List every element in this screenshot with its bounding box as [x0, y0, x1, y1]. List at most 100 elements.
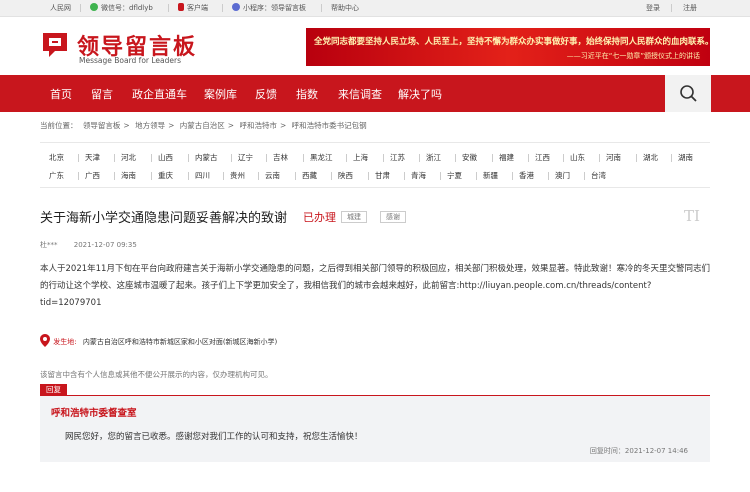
breadcrumb: 当前位置： 领导留言板 > 地方领导 > 内蒙古自治区 > 呼和浩特市 > 呼和浩特市委… — [40, 121, 367, 130]
region-link[interactable]: 山东 — [570, 152, 585, 163]
post-author: 杜*** — [40, 241, 58, 249]
post-content: 本人于2021年11月下旬在平台向政府建言关于海新小学交通隐患的问题，之后得到相… — [40, 264, 710, 308]
region-link[interactable]: 重庆 — [158, 170, 173, 181]
region-link[interactable]: 海南 — [121, 170, 136, 181]
region-link[interactable]: 西藏 — [302, 170, 317, 181]
region-link[interactable]: 江苏 — [390, 152, 405, 163]
region-link[interactable]: 云南 — [265, 170, 280, 181]
message-board-logo-icon[interactable] — [40, 30, 70, 60]
post-meta: 杜*** 2021-12-07 09:35 — [40, 240, 151, 250]
nav-solved[interactable]: 解决了吗 — [398, 86, 442, 102]
logo-subtitle: Message Board for Leaders — [79, 56, 182, 65]
region-link[interactable]: 香港 — [519, 170, 534, 181]
region-link[interactable]: 福建 — [499, 152, 514, 163]
nav-survey[interactable]: 来信调查 — [338, 86, 382, 102]
region-divider — [492, 154, 493, 162]
breadcrumb-item[interactable]: 呼和浩特市委书记包钢 — [292, 121, 367, 130]
region-divider — [223, 172, 224, 180]
reply-organization: 呼和浩特市委督查室 — [51, 408, 137, 419]
region-divider — [383, 154, 384, 162]
region-divider — [563, 154, 564, 162]
post-tag[interactable]: 城建 — [341, 211, 367, 223]
region-link[interactable]: 青海 — [411, 170, 426, 181]
region-link[interactable]: 天津 — [85, 152, 100, 163]
region-divider — [346, 154, 347, 162]
region-divider — [78, 154, 79, 162]
region-divider — [188, 172, 189, 180]
region-link[interactable]: 新疆 — [483, 170, 498, 181]
banner-quote: 全党同志都要坚持人民立场、人民至上，坚持不懈为群众办实事做好事，始终保持同人民群… — [314, 37, 710, 47]
region-link[interactable]: 湖南 — [678, 152, 693, 163]
topbar-wechat[interactable]: 微信号：dfldlyb — [90, 3, 153, 13]
region-link[interactable]: 宁夏 — [447, 170, 462, 181]
region-divider — [114, 172, 115, 180]
region-link[interactable]: 陕西 — [338, 170, 353, 181]
site-header: 领导留言板 Message Board for Leaders 全党同志都要坚持… — [0, 17, 750, 75]
breadcrumb-item[interactable]: 内蒙古自治区 — [180, 121, 225, 130]
topbar-divider — [80, 4, 81, 12]
region-link[interactable]: 河南 — [606, 152, 621, 163]
topbar-divider — [671, 4, 672, 12]
region-link[interactable]: 贵州 — [230, 170, 245, 181]
region-link[interactable]: 广东 — [49, 170, 64, 181]
reply-time: 回复时间：2021-12-07 14:46 — [589, 447, 688, 455]
nav-feedback[interactable]: 反馈 — [255, 86, 277, 102]
region-link[interactable]: 安徽 — [462, 152, 477, 163]
post-title: 关于海新小学交通隐患问题妥善解决的致谢 — [40, 211, 288, 226]
region-divider — [528, 154, 529, 162]
topbar-help[interactable]: 帮助中心 — [331, 3, 359, 13]
region-link[interactable]: 湖北 — [643, 152, 658, 163]
region-link[interactable]: 山西 — [158, 152, 173, 163]
region-link[interactable]: 澳门 — [555, 170, 570, 181]
region-link[interactable]: 河北 — [121, 152, 136, 163]
breadcrumb-item[interactable]: 地方领导 — [135, 121, 165, 130]
region-divider — [512, 172, 513, 180]
region-link[interactable]: 黑龙江 — [310, 152, 333, 163]
region-link[interactable]: 甘肃 — [375, 170, 390, 181]
region-divider — [671, 154, 672, 162]
nav-cases[interactable]: 案例库 — [204, 86, 237, 102]
region-link[interactable]: 四川 — [195, 170, 210, 181]
region-divider — [476, 172, 477, 180]
region-link[interactable]: 辽宁 — [238, 152, 253, 163]
region-link[interactable]: 吉林 — [273, 152, 288, 163]
region-link[interactable]: 北京 — [49, 152, 64, 163]
breadcrumb-item[interactable]: 呼和浩特市 — [239, 121, 277, 130]
topbar-mini-program[interactable]: 小程序：领导留言板 — [232, 3, 306, 13]
nav-home[interactable]: 首页 — [50, 86, 72, 102]
post-tag[interactable]: 感谢 — [380, 211, 406, 223]
topbar-people-link[interactable]: 人民网 — [50, 3, 71, 13]
search-button[interactable] — [665, 75, 711, 112]
privacy-note: 该留言中含有个人信息或其他不便公开展示的内容，仅办理机构可见。 — [40, 370, 273, 379]
region-divider — [266, 154, 267, 162]
nav-index[interactable]: 指数 — [296, 86, 318, 102]
breadcrumb-item[interactable]: 领导留言板 — [83, 121, 121, 130]
region-link[interactable]: 江西 — [535, 152, 550, 163]
topbar-app[interactable]: 客户端 — [178, 3, 208, 13]
banner-source: ——习近平在“七一勋章”颁授仪式上的讲话 — [566, 52, 700, 60]
region-link[interactable]: 上海 — [353, 152, 368, 163]
location-pin-icon — [40, 334, 50, 347]
region-divider — [258, 172, 259, 180]
region-divider — [331, 172, 332, 180]
region-link[interactable]: 广西 — [85, 170, 100, 181]
reply-body: 网民您好，您的留言已收悉。感谢您对我们工作的认可和支持，祝您生活愉快！ — [65, 432, 363, 442]
reply-panel: 呼和浩特市委督查室 网民您好，您的留言已收悉。感谢您对我们工作的认可和支持，祝您… — [40, 396, 710, 462]
region-divider — [419, 154, 420, 162]
top-bar: 人民网 微信号：dfldlyb 客户端 小程序：领导留言板 帮助中心 登录 注册 — [0, 0, 750, 17]
font-size-icon[interactable]: TI — [684, 207, 700, 225]
location-value: 内蒙古自治区呼和浩特市新城区家和小区对面(新城区海新小学) — [82, 338, 278, 346]
region-link[interactable]: 浙江 — [426, 152, 441, 163]
nav-enterprise[interactable]: 政企直通车 — [132, 86, 187, 102]
region-link[interactable]: 台湾 — [591, 170, 606, 181]
region-divider — [440, 172, 441, 180]
region-divider — [151, 154, 152, 162]
wechat-icon — [90, 3, 98, 11]
region-divider — [231, 154, 232, 162]
register-link[interactable]: 注册 — [683, 3, 697, 13]
nav-messages[interactable]: 留言 — [91, 86, 113, 102]
region-link[interactable]: 内蒙古 — [195, 152, 218, 163]
region-divider — [368, 172, 369, 180]
location-label: 发生地: — [53, 338, 77, 346]
login-link[interactable]: 登录 — [646, 3, 660, 13]
